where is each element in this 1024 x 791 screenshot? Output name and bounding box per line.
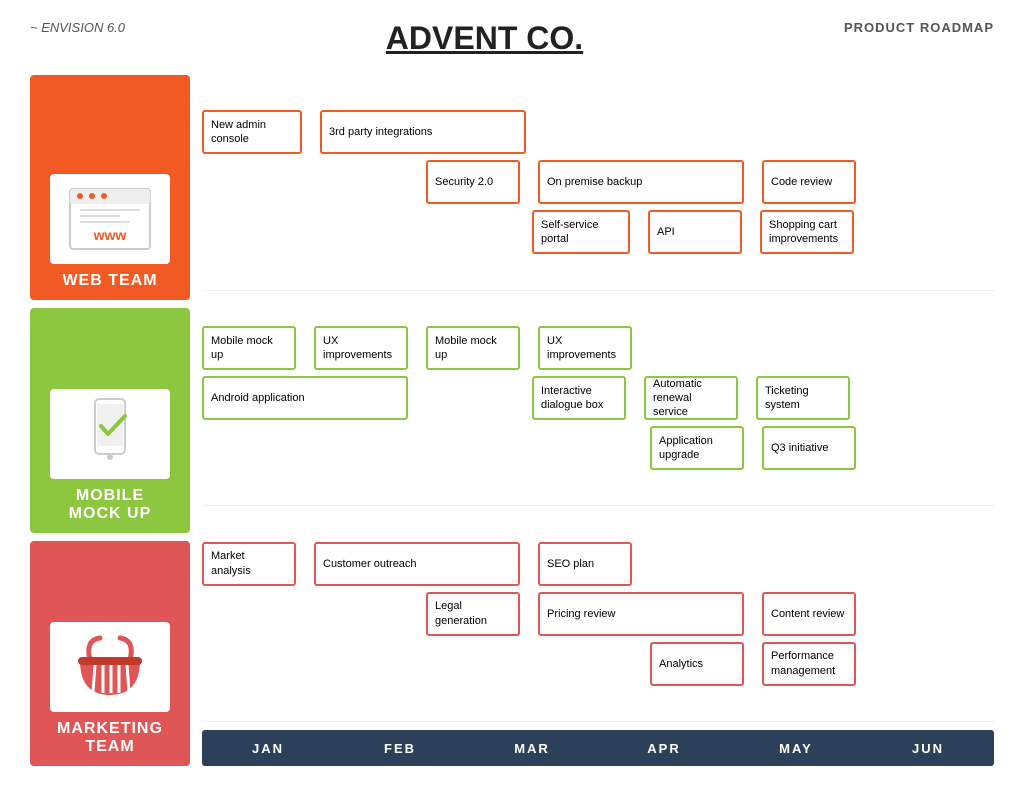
web-team-icon-box: www [50, 174, 170, 264]
mobile-team-card: MOBILEMOCK UP [30, 308, 190, 533]
page: ~ ENVISION 6.0 ADVENT CO. PRODUCT ROADMA… [0, 0, 1024, 791]
task-security-2: Security 2.0 [426, 160, 520, 204]
task-android-application: Android application [202, 376, 408, 420]
task-new-admin-console: New admin console [202, 110, 302, 154]
mobile-row-3: Application upgrade Q3 initiative [202, 426, 994, 470]
task-performance-management: Performance management [762, 642, 856, 686]
header: ~ ENVISION 6.0 ADVENT CO. PRODUCT ROADMA… [30, 20, 994, 57]
roadmap-label: PRODUCT ROADMAP [844, 20, 994, 35]
month-jun: JUN [862, 730, 994, 766]
main-body: www WEB TEAM MOBILEMOCK UP [30, 75, 994, 766]
task-pricing-review: Pricing review [538, 592, 744, 636]
task-application-upgrade: Application upgrade [650, 426, 744, 470]
task-mobile-mockup-1: Mobile mock up [202, 326, 296, 370]
task-automatic-renewal: Automatic renewal service [644, 376, 738, 420]
task-shopping-cart: Shopping cart improvements [760, 210, 854, 254]
marketing-row-1: Market analysis Customer outreach SEO pl… [202, 542, 994, 586]
task-seo-plan: SEO plan [538, 542, 632, 586]
marketing-team-icon-box [50, 622, 170, 712]
web-team-card: www WEB TEAM [30, 75, 190, 300]
web-row-3: Self-service portal API Shopping cart im… [202, 210, 994, 254]
marketing-row-2: Legal generation Pricing review Content … [202, 592, 994, 636]
month-may: MAY [730, 730, 862, 766]
task-on-premise-backup: On premise backup [538, 160, 744, 204]
task-content-review: Content review [762, 592, 856, 636]
svg-text:www: www [93, 227, 127, 243]
task-interactive-dialogue: Interactive dialogue box [532, 376, 626, 420]
marketing-roadmap-section: Market analysis Customer outreach SEO pl… [202, 506, 994, 722]
marketing-team-label: MARKETINGTEAM [57, 720, 163, 756]
mobile-team-icon-box [50, 389, 170, 479]
task-ticketing-system: Ticketing system [756, 376, 850, 420]
roadmap-content: New admin console 3rd party integrations… [202, 75, 994, 766]
task-analytics: Analytics [650, 642, 744, 686]
envision-label: ~ ENVISION 6.0 [30, 20, 125, 35]
task-mobile-mockup-2: Mobile mock up [426, 326, 520, 370]
web-row-1: New admin console 3rd party integrations [202, 110, 994, 154]
mobile-roadmap-section: Mobile mock up UX improvements Mobile mo… [202, 291, 994, 507]
month-apr: APR [598, 730, 730, 766]
basket-icon [70, 630, 150, 705]
marketing-row-3: Analytics Performance management [202, 642, 994, 686]
mobile-row-1: Mobile mock up UX improvements Mobile mo… [202, 326, 994, 370]
month-jan: JAN [202, 730, 334, 766]
task-code-review: Code review [762, 160, 856, 204]
mobile-row-2: Android application Interactive dialogue… [202, 376, 994, 420]
task-3rd-party-integrations: 3rd party integrations [320, 110, 526, 154]
task-customer-outreach: Customer outreach [314, 542, 520, 586]
web-row-2: Security 2.0 On premise backup Code revi… [202, 160, 994, 204]
teams-column: www WEB TEAM MOBILEMOCK UP [30, 75, 190, 766]
task-self-service-portal: Self-service portal [532, 210, 630, 254]
marketing-team-card: MARKETINGTEAM [30, 541, 190, 766]
task-api: API [648, 210, 742, 254]
timeline-bar: JAN FEB MAR APR MAY JUN [202, 730, 994, 766]
task-ux-improvements-2: UX improvements [538, 326, 632, 370]
mobile-team-label: MOBILEMOCK UP [69, 487, 152, 523]
task-ux-improvements-1: UX improvements [314, 326, 408, 370]
web-roadmap-section: New admin console 3rd party integrations… [202, 75, 994, 291]
task-q3-initiative: Q3 initiative [762, 426, 856, 470]
month-feb: FEB [334, 730, 466, 766]
month-mar: MAR [466, 730, 598, 766]
web-team-label: WEB TEAM [62, 272, 157, 290]
task-market-analysis: Market analysis [202, 542, 296, 586]
phone-icon [75, 394, 145, 474]
company-title: ADVENT CO. [125, 20, 844, 57]
task-legal-generation: Legal generation [426, 592, 520, 636]
browser-icon: www [65, 184, 155, 254]
